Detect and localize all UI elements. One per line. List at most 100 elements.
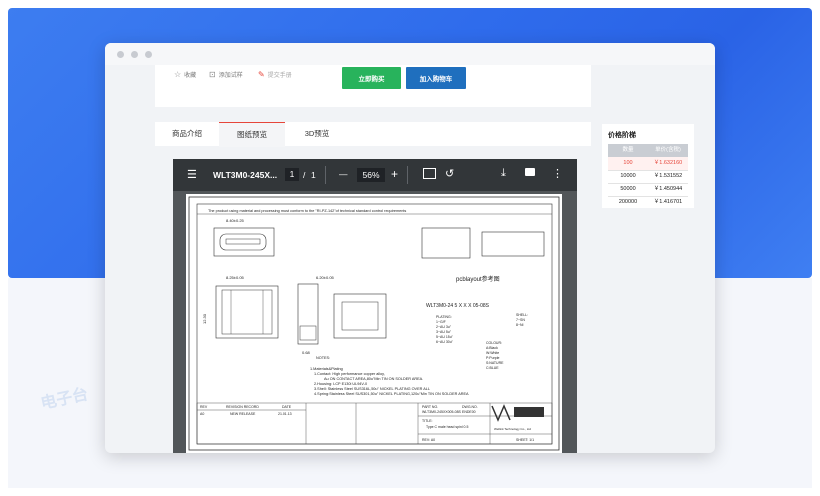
sheet-label: SHEET: 1/1 — [516, 438, 534, 442]
dwg-no-label: DWG.NO. — [462, 405, 478, 409]
plating-option: 5~AU 15u" — [436, 335, 454, 339]
note-line: 3.Shell: Stainless Steel SUS316L,50u" NI… — [314, 387, 430, 391]
drawing-header-note: The product using material and processin… — [208, 209, 406, 213]
price-header: 单价(含税) — [655, 147, 681, 153]
add-trial-label: 添加试样 — [218, 73, 243, 79]
add-to-cart-button[interactable]: 加入购物车 — [406, 67, 466, 89]
tab-3d-preview[interactable]: 3D预览 — [285, 122, 349, 146]
dim-label: 12.30 — [202, 313, 207, 324]
manual-action[interactable]: ✎ 提交手册 — [258, 70, 292, 79]
rotate-icon[interactable]: ↺ — [445, 167, 454, 180]
rev-value: A0 — [200, 412, 204, 416]
price-value: ￥1.632160 — [653, 160, 683, 166]
price-qty: 100 — [623, 160, 633, 166]
page-separator: / — [303, 170, 306, 180]
pdf-viewer: ☰ WLT3M0-245X... 1 / 1 — 56% + ↺ ⤓ ⋮ The… — [173, 159, 577, 453]
more-options-icon[interactable]: ⋮ — [552, 167, 563, 180]
price-row: 50000 ￥1.450944 — [608, 183, 688, 197]
date-value: 21.01.13 — [278, 412, 292, 416]
qty-header: 数量 — [622, 147, 634, 153]
new-release: NEW RELEASE — [230, 412, 256, 416]
revision-record-label: REVISION RECORD — [226, 405, 259, 409]
tab-drawing-preview[interactable]: 图纸预览 — [219, 122, 285, 147]
title-value: Type C male head spinl 0.5 — [426, 425, 468, 429]
product-tabs: 商品介绍 图纸预览 3D预览 — [155, 122, 591, 147]
company-name: Wellink Technology Co., Ltd — [494, 427, 531, 431]
price-table-header: 数量 单价(含税) — [608, 144, 688, 158]
zoom-in-button[interactable]: + — [391, 167, 398, 181]
notes-title: NOTES: — [316, 356, 330, 360]
zoom-input[interactable]: 56% — [357, 168, 385, 182]
price-row: 200000 ￥1.416701 — [608, 196, 688, 209]
price-row: 10000 ￥1.531552 — [608, 170, 688, 184]
browser-window: ☆ 收藏 ⊡ 添加试样 ✎ 提交手册 立即购买 加入购物车 商品介绍 图纸预览 … — [105, 43, 715, 453]
plating-option: 6~AU 30u" — [436, 340, 454, 344]
menu-icon[interactable]: ☰ — [187, 168, 197, 181]
page-total: 1 — [311, 170, 316, 180]
plating-option: 2~AU 3u" — [436, 325, 452, 329]
price-value: ￥1.416701 — [653, 199, 683, 205]
company-logo — [491, 404, 544, 422]
window-dot — [117, 51, 124, 58]
title-label: TITLE: — [422, 419, 433, 423]
note-line: 4.Spring:Stainless Steel SUS301,50u" NIC… — [314, 392, 469, 396]
part-no-label: PART NO. — [422, 405, 438, 409]
toolbar-divider — [325, 166, 326, 184]
colour-option: W:White — [486, 351, 499, 355]
add-trial-action[interactable]: ⊡ 添加试样 — [209, 70, 243, 79]
window-dot — [145, 51, 152, 58]
date-label: DATE — [282, 405, 292, 409]
window-titlebar — [105, 43, 715, 65]
colour-option: A:Black — [486, 346, 498, 350]
plating-option: 3~AU 5u" — [436, 330, 452, 334]
rev-label: REV — [200, 405, 208, 409]
dim-label: 8.25±0.05 — [226, 275, 245, 280]
part-no-value: WLT3M0-245XX005-08S — [422, 410, 462, 414]
colour-option: P:Purple — [486, 356, 499, 360]
note-line: 1.Materials&Plating — [310, 367, 343, 371]
collect-action[interactable]: ☆ 收藏 — [174, 70, 196, 79]
window-dot — [131, 51, 138, 58]
dim-label: 8.40±0.25 — [226, 218, 245, 223]
price-ladder-panel: 价格阶梯 数量 单价(含税) 100 ￥1.632160 10000 ￥1.53… — [602, 124, 694, 208]
manual-label: 提交手册 — [267, 73, 292, 79]
tab-product-intro[interactable]: 商品介绍 — [155, 122, 219, 146]
note-line: 2.Housing: LCP E130i UL94V-0 — [314, 382, 367, 386]
star-icon: ☆ — [174, 70, 182, 79]
part-code: WLT3M0-24 5 X X X 05-08S — [426, 303, 490, 309]
price-qty: 50000 — [620, 186, 636, 192]
plating-option: 1~G/F — [436, 320, 446, 324]
colour-option: S:NATURE — [486, 361, 504, 365]
colour-option: C:BLUE — [486, 366, 499, 370]
box-icon: ⊡ — [209, 70, 216, 79]
page-number-input[interactable]: 1 — [285, 168, 299, 181]
collect-label: 收藏 — [184, 73, 197, 79]
price-value: ￥1.450944 — [653, 186, 683, 192]
shell-option: 8~NI — [516, 323, 524, 327]
toolbar-divider — [407, 166, 408, 184]
price-row: 100 ￥1.632160 — [608, 157, 688, 171]
shell-option: 7~SN — [516, 318, 525, 322]
buy-now-button[interactable]: 立即购买 — [342, 67, 401, 89]
price-qty: 200000 — [618, 199, 638, 205]
shell-label: SHELL: — [516, 313, 528, 317]
note-line: Au ON CONTACT AREA,80u"Min TIN ON SOLDER… — [324, 377, 423, 381]
download-icon[interactable]: ⤓ — [501, 167, 506, 180]
dim-label: 6.20±0.05 — [316, 275, 335, 280]
pcb-layout-label: pcblayout参考图 — [456, 275, 500, 283]
fit-page-icon[interactable] — [423, 168, 436, 179]
pdf-toolbar: ☰ WLT3M0-245X... 1 / 1 — 56% + ↺ ⤓ ⋮ — [173, 159, 577, 191]
pen-icon: ✎ — [258, 70, 265, 79]
zoom-out-button[interactable]: — — [339, 169, 348, 179]
drawing-page: The product using material and processin… — [186, 194, 562, 453]
dim-label: 0.68 — [302, 350, 311, 355]
dwg-no-value: ENDE00 — [462, 410, 476, 414]
plating-label: PLATING: — [436, 315, 452, 319]
price-qty: 10000 — [620, 173, 636, 179]
note-line: 1.Contact: High performance copper alloy… — [314, 372, 385, 376]
technical-drawing: The product using material and processin… — [188, 196, 560, 451]
print-icon[interactable] — [525, 168, 535, 176]
colour-label: COLOUR: — [486, 341, 502, 345]
rev-a0: REV: A0 — [422, 438, 435, 442]
price-ladder-title: 价格阶梯 — [608, 132, 636, 139]
